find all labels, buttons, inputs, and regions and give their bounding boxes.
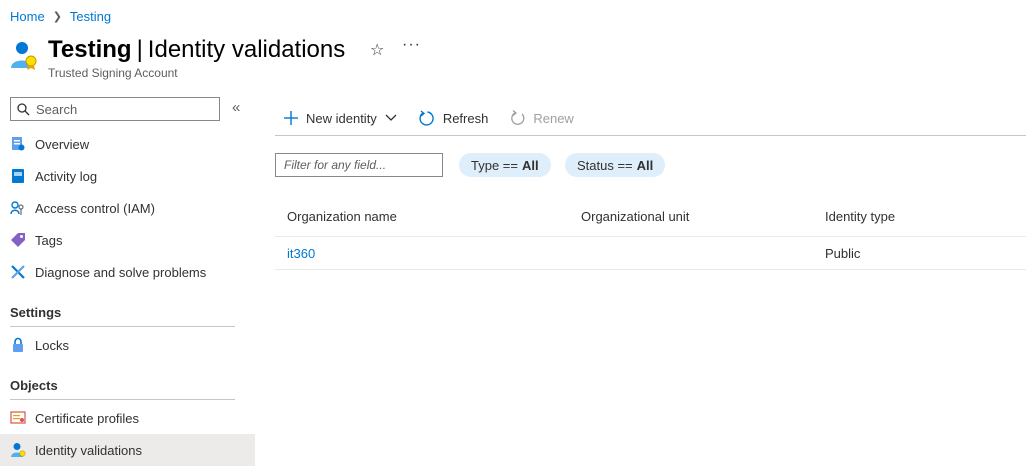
identity-resource-icon bbox=[11, 42, 37, 70]
table-row[interactable]: it360 Public bbox=[275, 237, 1026, 270]
collapse-sidebar-icon[interactable]: « bbox=[232, 99, 240, 116]
certificate-icon bbox=[10, 410, 26, 426]
main-content: New identity Refresh Renew Type ==All St… bbox=[275, 95, 1026, 472]
sidebar-item-label: Diagnose and solve problems bbox=[35, 264, 207, 280]
column-header-organization-name[interactable]: Organization name bbox=[287, 197, 397, 236]
sidebar-item-label: Access control (IAM) bbox=[35, 200, 155, 216]
filter-input[interactable] bbox=[275, 153, 443, 177]
access-control-icon bbox=[10, 200, 26, 216]
section-title-objects: Objects bbox=[10, 378, 58, 393]
refresh-icon bbox=[419, 109, 436, 127]
new-identity-button[interactable]: New identity bbox=[283, 110, 397, 126]
renew-icon bbox=[510, 109, 526, 127]
sidebar: « Overview Activity log Access control (… bbox=[0, 95, 255, 472]
command-bar: New identity Refresh Renew bbox=[275, 105, 588, 131]
type-filter-pill[interactable]: Type == All bbox=[459, 153, 551, 177]
renew-label: Renew bbox=[533, 110, 574, 126]
section-title-settings: Settings bbox=[10, 305, 62, 320]
status-filter-label: Status == bbox=[577, 157, 633, 173]
section-divider bbox=[10, 326, 235, 327]
breadcrumb-current-link[interactable]: Testing bbox=[70, 9, 111, 24]
resource-type-subtitle: Trusted Signing Account bbox=[48, 66, 178, 80]
identity-icon bbox=[10, 442, 26, 458]
organization-name-link[interactable]: it360 bbox=[287, 237, 315, 269]
sidebar-item-label: Activity log bbox=[35, 168, 98, 184]
sidebar-search[interactable] bbox=[10, 97, 220, 121]
sidebar-item-overview[interactable]: Overview bbox=[0, 128, 255, 160]
table-header: Organization name Organizational unit Id… bbox=[275, 197, 1026, 237]
blade-title: Identity validations bbox=[147, 36, 346, 63]
new-identity-label: New identity bbox=[306, 110, 377, 126]
sidebar-item-activity-log[interactable]: Activity log bbox=[0, 160, 255, 192]
sidebar-item-certificate-profiles[interactable]: Certificate profiles bbox=[0, 402, 255, 434]
chevron-down-icon bbox=[385, 114, 397, 122]
page-header: Testing | Identity validations Trusted Sig… bbox=[10, 34, 1020, 82]
sidebar-item-tags[interactable]: Tags bbox=[0, 224, 255, 256]
identity-type-cell: Public bbox=[825, 245, 861, 261]
sidebar-item-label: Identity validations bbox=[35, 442, 142, 458]
sidebar-item-locks[interactable]: Locks bbox=[0, 329, 255, 361]
breadcrumb: Home ❯ Testing bbox=[10, 7, 111, 25]
sidebar-item-label: Tags bbox=[35, 232, 63, 248]
wrench-icon bbox=[10, 264, 26, 280]
activity-log-icon bbox=[10, 168, 26, 184]
column-header-identity-type[interactable]: Identity type bbox=[825, 197, 895, 236]
tag-icon bbox=[10, 232, 26, 248]
title-separator: | bbox=[136, 36, 143, 63]
renew-button[interactable]: Renew bbox=[510, 109, 574, 127]
section-divider bbox=[10, 399, 235, 400]
sidebar-item-diagnose[interactable]: Diagnose and solve problems bbox=[0, 256, 255, 288]
plus-icon bbox=[283, 110, 299, 126]
type-filter-label: Type == bbox=[471, 157, 518, 173]
page-title: Testing | Identity validations bbox=[48, 35, 345, 65]
refresh-button[interactable]: Refresh bbox=[419, 109, 489, 127]
search-icon bbox=[17, 102, 30, 115]
chevron-right-icon: ❯ bbox=[52, 10, 62, 23]
sidebar-item-identity-validations[interactable]: Identity validations bbox=[0, 434, 255, 466]
ellipsis-icon[interactable]: ··· bbox=[402, 36, 421, 54]
overview-icon bbox=[10, 136, 26, 152]
sidebar-item-access-control[interactable]: Access control (IAM) bbox=[0, 192, 255, 224]
refresh-label: Refresh bbox=[442, 110, 489, 126]
sidebar-item-label: Locks bbox=[35, 337, 69, 353]
resource-name: Testing bbox=[48, 36, 132, 63]
status-filter-value: All bbox=[636, 157, 654, 173]
status-filter-pill[interactable]: Status == All bbox=[565, 153, 666, 177]
type-filter-value: All bbox=[521, 157, 539, 173]
column-header-organizational-unit[interactable]: Organizational unit bbox=[581, 197, 689, 236]
sidebar-item-label: Certificate profiles bbox=[35, 410, 140, 426]
command-bar-divider bbox=[275, 135, 1026, 136]
breadcrumb-home-link[interactable]: Home bbox=[10, 9, 45, 24]
lock-icon bbox=[10, 337, 26, 353]
sidebar-item-label: Overview bbox=[35, 136, 90, 152]
star-icon[interactable]: ☆ bbox=[370, 40, 384, 60]
sidebar-search-input[interactable] bbox=[36, 101, 206, 117]
